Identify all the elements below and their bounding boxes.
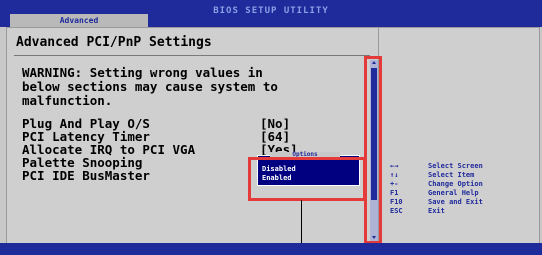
help-key: ←→ — [390, 162, 399, 170]
help-row: F10 Save and Exit — [390, 198, 530, 207]
help-row: ←→ Select Screen — [390, 162, 530, 171]
help-key: F10 — [390, 198, 403, 206]
help-action: Exit — [428, 207, 445, 215]
panel-divider — [14, 55, 370, 56]
panel-title: Advanced PCI/PnP Settings — [16, 35, 212, 50]
help-action: Save and Exit — [428, 198, 483, 206]
help-action: Select Item — [428, 171, 475, 179]
help-row: +- Change Option — [390, 180, 530, 189]
help-row: ↑↓ Select Item — [390, 171, 530, 180]
bios-screen: BIOS SETUP UTILITY Advanced Advanced PCI… — [0, 0, 542, 255]
setting-label: PCI IDE BusMaster — [22, 168, 150, 183]
popup-highlight-box — [248, 157, 366, 201]
help-row: ESC Exit — [390, 207, 530, 216]
help-key: ↑↓ — [390, 171, 399, 179]
warning-line: WARNING: Setting wrong values in — [22, 65, 263, 80]
help-action: Select Screen — [428, 162, 483, 170]
help-key: +- — [390, 180, 399, 188]
warning-text: WARNING: Setting wrong values in below s… — [22, 66, 278, 108]
help-action: Change Option — [428, 180, 483, 188]
bottom-bar — [0, 243, 542, 255]
warning-line: below sections may cause system to — [22, 79, 278, 94]
help-key: ESC — [390, 207, 403, 215]
help-keys: ←→ Select Screen ↑↓ Select Item +- Chang… — [390, 162, 530, 216]
help-action: General Help — [428, 189, 479, 197]
help-row: F1 General Help — [390, 189, 530, 198]
warning-line: malfunction. — [22, 93, 113, 108]
help-key: F1 — [390, 189, 399, 197]
tab-advanced[interactable]: Advanced — [10, 14, 148, 27]
scrollbar-highlight-box — [364, 56, 382, 244]
